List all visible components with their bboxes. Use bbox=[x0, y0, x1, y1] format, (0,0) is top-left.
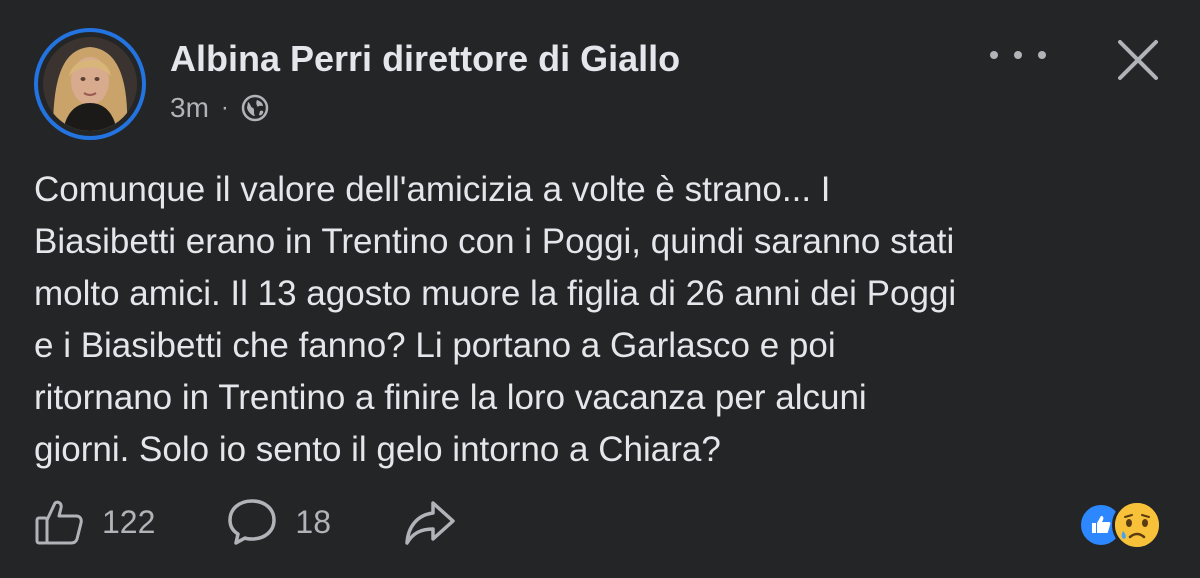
more-options-button[interactable] bbox=[990, 40, 1046, 70]
close-button[interactable] bbox=[1112, 34, 1164, 86]
meta-separator: · bbox=[220, 94, 229, 121]
sad-reaction-icon bbox=[1112, 500, 1162, 550]
post-body-line: Biasibetti erano in Trentino con i Poggi… bbox=[34, 222, 955, 261]
comment-button[interactable]: 18 bbox=[227, 497, 331, 547]
close-icon bbox=[1118, 40, 1158, 80]
globe-icon bbox=[241, 94, 269, 122]
reaction-summary[interactable] bbox=[1078, 498, 1168, 550]
more-dot-icon bbox=[1038, 51, 1046, 59]
author-name[interactable]: Albina Perri direttore di Giallo bbox=[170, 38, 680, 80]
more-dot-icon bbox=[1014, 51, 1022, 59]
post-body: Comunque il valore dell'amicizia a volte… bbox=[34, 164, 1184, 476]
avatar-photo bbox=[43, 37, 137, 131]
post-timestamp[interactable]: 3m bbox=[170, 92, 209, 124]
post-body-line: ritornano in Trentino a finire la loro v… bbox=[34, 378, 867, 417]
share-button[interactable] bbox=[403, 497, 457, 547]
more-dot-icon bbox=[990, 51, 998, 59]
thumbs-up-icon bbox=[35, 500, 83, 545]
comment-count: 18 bbox=[295, 503, 331, 540]
action-bar: 122 18 bbox=[34, 494, 529, 550]
share-icon bbox=[405, 501, 455, 545]
like-count: 122 bbox=[102, 503, 156, 540]
post-card: Albina Perri direttore di Giallo 3m · Co… bbox=[0, 0, 1200, 578]
comment-icon bbox=[228, 499, 277, 545]
post-meta: 3m · bbox=[170, 92, 269, 124]
post-body-line: molto amici. Il 13 agosto muore la figli… bbox=[34, 274, 957, 313]
like-button[interactable]: 122 bbox=[34, 497, 155, 547]
post-body-line: Comunque il valore dell'amicizia a volte… bbox=[34, 170, 831, 209]
post-body-line: giorni. Solo io sento il gelo intorno a … bbox=[34, 430, 721, 469]
post-body-line: e i Biasibetti che fanno? Li portano a G… bbox=[34, 326, 836, 365]
author-avatar[interactable] bbox=[34, 28, 146, 140]
